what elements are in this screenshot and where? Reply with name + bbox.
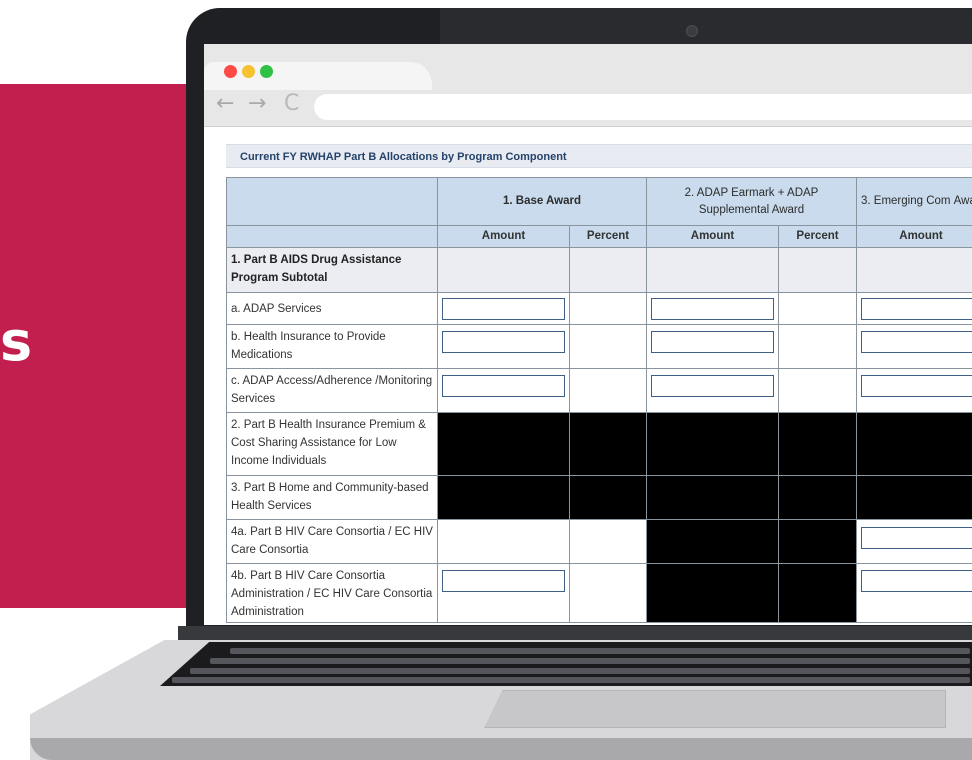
table-row-label: 4b. Part B HIV Care Consortia Administra… — [226, 563, 438, 623]
amount-input-access-earmark[interactable] — [651, 375, 774, 397]
disabled-cell — [646, 519, 779, 564]
table-cell — [569, 292, 647, 325]
table-row-label: 4a. Part B HIV Care Consortia / EC HIV C… — [226, 519, 438, 564]
browser-tab[interactable] — [204, 62, 432, 90]
key-row — [172, 677, 970, 683]
browser-chrome: ← → C — [204, 44, 972, 127]
forward-arrow-icon[interactable]: → — [248, 93, 266, 115]
amount-input-insurance-emerging[interactable] — [861, 331, 972, 353]
amount-input-adap-emerging[interactable] — [861, 298, 972, 320]
table-cell — [778, 368, 857, 413]
reload-icon[interactable]: C — [284, 93, 299, 115]
subheader-blank — [226, 225, 438, 248]
table-cell — [778, 324, 857, 369]
key-row — [230, 648, 970, 654]
amount-input-adap-earmark[interactable] — [651, 298, 774, 320]
disabled-cell — [437, 475, 570, 520]
table-row-label: 3. Part B Home and Community-based Healt… — [226, 475, 438, 520]
disabled-cell — [778, 412, 857, 476]
close-window-icon[interactable] — [224, 65, 237, 78]
table-cell — [569, 368, 647, 413]
lid-shine — [440, 8, 972, 48]
address-bar[interactable] — [314, 94, 972, 120]
table-cell — [646, 247, 779, 293]
subheader-percent: Percent — [778, 225, 857, 248]
disabled-cell — [646, 563, 779, 623]
disabled-cell — [778, 475, 857, 520]
laptop-deck-edge — [30, 738, 972, 760]
key-row — [190, 668, 970, 674]
column-header-base-award: 1. Base Award — [437, 177, 647, 226]
table-cell — [437, 519, 570, 564]
table-row-label: c. ADAP Access/Adherence /Monitoring Ser… — [226, 368, 438, 413]
back-arrow-icon[interactable]: ← — [216, 93, 234, 115]
minimize-window-icon[interactable] — [242, 65, 255, 78]
disabled-cell — [856, 412, 972, 476]
laptop-trackpad — [484, 690, 946, 728]
subheader-amount: Amount — [646, 225, 779, 248]
subheader-amount: Amount — [437, 225, 570, 248]
table-cell — [569, 563, 647, 623]
disabled-cell — [856, 475, 972, 520]
amount-input-consortia-admin-emerging[interactable] — [861, 570, 972, 592]
column-header-adap-earmark: 2. ADAP Earmark + ADAP Supplemental Awar… — [646, 177, 857, 226]
disabled-cell — [437, 412, 570, 476]
table-row-label: a. ADAP Services — [226, 292, 438, 325]
table-row-label: 2. Part B Health Insurance Premium & Cos… — [226, 412, 438, 476]
disabled-cell — [569, 475, 647, 520]
amount-input-consortia-emerging[interactable] — [861, 527, 972, 549]
disabled-cell — [778, 563, 857, 623]
amount-input-insurance-base[interactable] — [442, 331, 565, 353]
disabled-cell — [569, 412, 647, 476]
table-row-label: 1. Part B AIDS Drug Assistance Program S… — [226, 247, 438, 293]
table-cell — [569, 324, 647, 369]
subheader-percent: Percent — [569, 225, 647, 248]
table-cell — [569, 247, 647, 293]
key-row — [210, 658, 970, 664]
laptop-screen: ← → C Current FY RWHAP Part B Allocation… — [204, 44, 972, 625]
maximize-window-icon[interactable] — [260, 65, 273, 78]
laptop-keyboard — [160, 642, 972, 686]
column-header-emerging: 3. Emerging Com Awar — [856, 177, 972, 226]
subheader-amount: Amount — [856, 225, 972, 248]
amount-input-access-base[interactable] — [442, 375, 565, 397]
disabled-cell — [646, 475, 779, 520]
table-cell — [778, 247, 857, 293]
table-cell — [856, 247, 972, 293]
amount-input-access-emerging[interactable] — [861, 375, 972, 397]
amount-input-insurance-earmark[interactable] — [651, 331, 774, 353]
amount-input-adap-base[interactable] — [442, 298, 565, 320]
table-cell — [778, 292, 857, 325]
amount-input-consortia-admin-base[interactable] — [442, 570, 565, 592]
table-cell — [437, 247, 570, 293]
page-title: Current FY RWHAP Part B Allocations by P… — [226, 144, 972, 168]
webcam-icon — [686, 25, 698, 37]
table-header-corner — [226, 177, 438, 226]
table-cell — [569, 519, 647, 564]
table-row-label: b. Health Insurance to Provide Medicatio… — [226, 324, 438, 369]
disabled-cell — [778, 519, 857, 564]
banner-heading-fragment: s — [0, 310, 33, 373]
disabled-cell — [646, 412, 779, 476]
